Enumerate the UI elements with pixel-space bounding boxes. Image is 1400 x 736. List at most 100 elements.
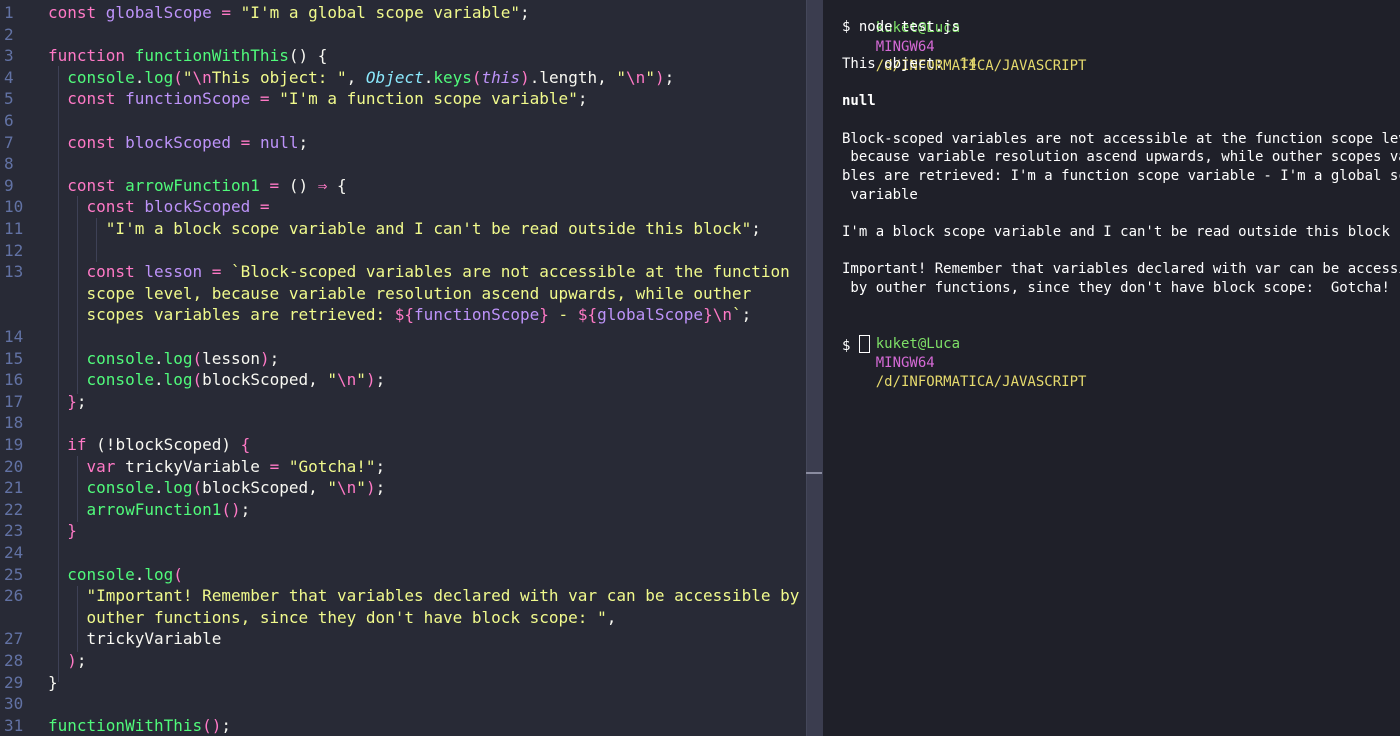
line-number: 11 [4,219,24,238]
code-token: const [48,89,126,109]
code-text[interactable]: console.log( [48,564,183,586]
code-line[interactable]: scope level, because variable resolution… [0,283,806,305]
code-token: = [250,89,280,109]
code-text[interactable]: const globalScope = "I'm a global scope … [48,2,530,24]
code-line[interactable]: 3 function functionWithThis() { [0,45,806,67]
code-line[interactable]: 4 console.log("\nThis object: ", Object.… [0,67,806,89]
line-number: 7 [4,132,14,152]
code-token: arrowFunction1 [48,499,222,519]
line-number: 22 [4,499,24,519]
code-text[interactable]: arrowFunction1(); [48,499,251,521]
code-text[interactable]: console.log("\nThis object: ", Object.ke… [48,67,674,89]
code-token: keys [433,67,472,87]
code-editor[interactable]: 1 const globalScope = "I'm a global scope… [0,0,806,736]
code-line[interactable]: 25 console.log( [0,564,806,586]
code-text[interactable]: trickyVariable [48,628,222,650]
code-token: \n [712,305,732,325]
code-line[interactable]: 23 } [0,520,806,542]
code-line[interactable]: 30 [0,693,806,715]
code-line[interactable]: 28 ); [0,650,806,672]
terminal-input-line[interactable]: $ [842,335,870,354]
line-number: 24 [4,543,24,562]
code-text[interactable]: if (!blockScoped) { [48,434,250,456]
code-token: arrowFunction1 [125,175,260,195]
code-line[interactable]: 14 [0,326,806,348]
code-text[interactable]: } [48,520,77,542]
code-token: console [48,370,154,390]
code-line[interactable]: 2 [0,24,806,46]
code-token: if [48,435,97,454]
code-line[interactable]: 20 var trickyVariable = "Gotcha!"; [0,456,806,478]
code-line[interactable]: 27 trickyVariable [0,628,806,650]
code-line[interactable]: 13 const lesson = `Block-scoped variable… [0,261,806,283]
code-line[interactable]: scopes variables are retrieved: ${functi… [0,304,806,326]
prompt-user: kuket@Luca [875,336,961,352]
code-text[interactable]: console.log(blockScoped, "\n"); [48,477,386,499]
code-line[interactable]: 24 [0,542,806,564]
code-text[interactable]: scope level, because variable resolution… [48,283,752,305]
code-line[interactable]: 17 }; [0,391,806,413]
code-line[interactable]: 29} [0,672,806,694]
code-token: scopes variables are retrieved: [48,305,395,325]
vertical-scrollbar[interactable] [806,0,823,736]
code-text[interactable]: const lesson = `Block-scoped variables a… [48,261,790,283]
code-token: " [616,67,627,87]
code-text[interactable]: var trickyVariable = "Gotcha!"; [48,456,386,478]
code-line[interactable]: 5 const functionScope = "I'm a function … [0,88,806,110]
code-token: . [134,67,145,87]
code-token: ${ [577,305,598,325]
code-token: ⇒ [317,175,328,195]
terminal-output-important-2: by outher functions, since they don't ha… [842,280,1390,296]
code-token: ; [375,478,386,498]
terminal-panel[interactable]: kuket@Luca MINGW64 /d/INFORMATICA/JAVASC… [823,0,1400,736]
cursor-block[interactable] [858,335,870,353]
code-text[interactable]: "Important! Remember that variables decl… [48,585,800,607]
code-line[interactable]: outher functions, since they don't have … [0,607,806,629]
code-text[interactable]: function functionWithThis() { [48,45,327,67]
scrollbar-thumb-marker[interactable] [806,472,822,474]
code-text[interactable]: const functionScope = "I'm a function sc… [48,88,587,110]
code-token: functionWithThis [134,46,289,66]
code-line[interactable]: 1 const globalScope = "I'm a global scope… [0,2,806,24]
code-text[interactable]: ); [48,650,86,672]
code-token: " [356,370,366,390]
code-line[interactable]: 6 [0,110,806,132]
code-line[interactable]: 11 "I'm a block scope variable and I can… [0,218,806,240]
code-token: const [48,132,126,152]
code-line[interactable]: 18 [0,412,806,434]
terminal-output-lesson-1: Block-scoped variables are not accessibl… [842,131,1400,147]
code-line[interactable]: 9 const arrowFunction1 = () ⇒ { [0,175,806,197]
code-line[interactable]: 22 arrowFunction1(); [0,499,806,521]
code-line[interactable]: 26 "Important! Remember that variables d… [0,585,806,607]
code-text[interactable]: console.log(blockScoped, "\n"); [48,369,386,391]
code-text[interactable]: }; [48,391,86,413]
code-text[interactable]: outher functions, since they don't have … [48,607,617,629]
code-line[interactable]: 12 [0,240,806,262]
code-text[interactable]: functionWithThis(); [48,715,231,736]
prompt-host: MINGW64 [875,355,935,371]
code-line[interactable]: 19 if (!blockScoped) { [0,434,806,456]
code-token: console [48,564,135,584]
code-text[interactable]: const blockScoped = null; [48,132,308,154]
code-line[interactable]: 15 console.log(lesson); [0,348,806,370]
code-line[interactable]: 31 functionWithThis(); [0,715,806,736]
code-line[interactable]: 16 console.log(blockScoped, "\n"); [0,369,806,391]
code-line[interactable]: 7 const blockScoped = null; [0,132,806,154]
code-text[interactable]: const blockScoped = [48,196,270,218]
code-line[interactable]: 8 [0,153,806,175]
code-text[interactable]: scopes variables are retrieved: ${functi… [48,304,752,326]
code-line[interactable]: 10 const blockScoped = [0,196,806,218]
code-text[interactable]: console.log(lesson); [48,348,280,370]
code-token: const [48,197,145,217]
code-token: ; [375,370,386,390]
code-text[interactable]: } [48,672,58,694]
code-text[interactable]: const arrowFunction1 = () ⇒ { [48,175,346,197]
code-token: ( [192,348,203,368]
line-number: 19 [4,435,24,454]
code-line[interactable]: 21 console.log(blockScoped, "\n"); [0,477,806,499]
terminal-output-null: null [842,93,876,109]
indent-guide [77,586,78,652]
code-text[interactable]: "I'm a block scope variable and I can't … [48,218,761,240]
terminal-output-important-1: Important! Remember that variables decla… [842,261,1400,277]
indent-guide [77,196,78,394]
